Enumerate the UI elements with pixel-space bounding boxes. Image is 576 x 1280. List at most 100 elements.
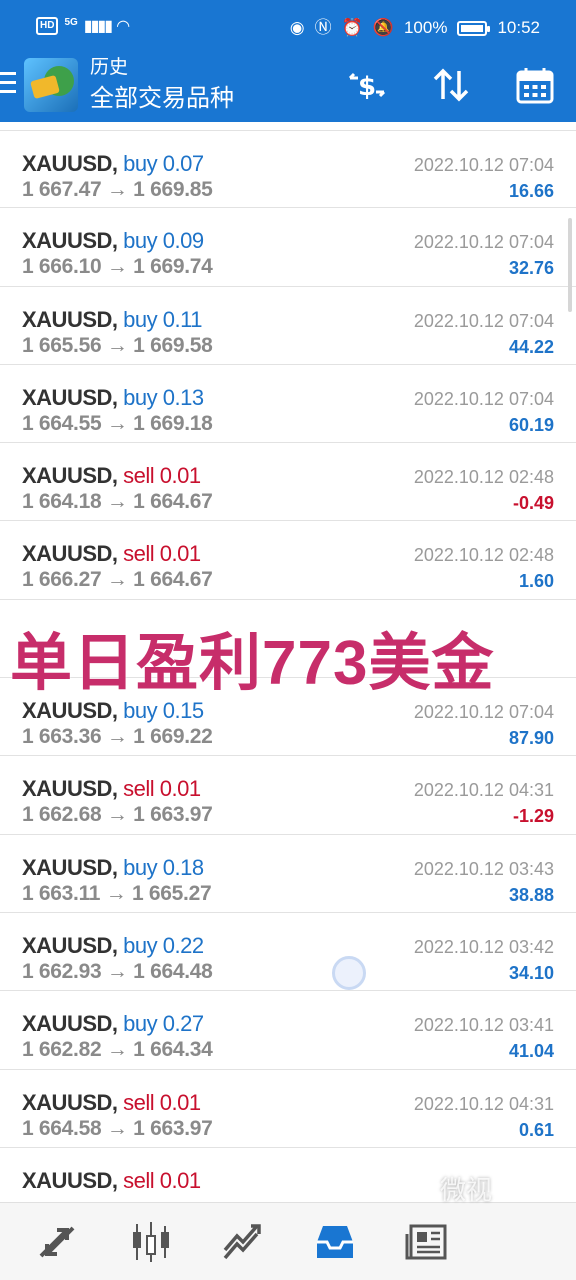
trade-volume: 0.01 [159, 1089, 201, 1115]
chart-icon[interactable] [128, 1219, 174, 1265]
trade-side: buy [123, 384, 158, 410]
open-price: 1 663.36 [22, 725, 102, 749]
trade-row[interactable]: XAUUSD, buy 0.22 1 662.93 → 1 664.48 202… [0, 913, 576, 992]
trade-volume: 0.22 [162, 932, 204, 958]
trade-symbol: XAUUSD, [22, 1011, 118, 1037]
trade-profit: 60.19 [508, 414, 554, 435]
close-price: 1 664.48 [133, 959, 213, 983]
trade-row[interactable]: XAUUSD, buy 0.11 1 665.56 → 1 669.58 202… [0, 287, 576, 365]
trade-symbol: XAUUSD, [22, 306, 118, 332]
trade-symbol: XAUUSD, [22, 776, 118, 802]
hd-indicator: HD [36, 17, 59, 35]
currency-exchange-icon[interactable]: $ [344, 62, 390, 108]
open-price: 1 666.10 [22, 255, 102, 279]
quotes-icon[interactable] [34, 1219, 80, 1265]
trade-volume: 0.01 [159, 541, 201, 567]
open-price: 1 662.93 [22, 959, 102, 983]
trade-profit: -0.49 [512, 493, 554, 514]
close-price: 1 663.97 [133, 803, 213, 827]
trade-date: 2022.10.12 07:04 [413, 388, 554, 409]
close-price: 1 664.67 [133, 490, 213, 514]
app-logo [24, 58, 78, 112]
trade-date: 2022.10.12 02:48 [413, 467, 554, 488]
trade-row[interactable]: XAUUSD, buy 0.13 1 664.55 → 1 669.18 202… [0, 365, 576, 444]
close-price: 1 669.74 [133, 255, 213, 279]
scrollbar[interactable] [568, 218, 572, 312]
watermark-logo: 微视 [440, 1175, 493, 1205]
open-price: 1 664.18 [22, 490, 102, 514]
close-price: 1 663.97 [133, 1116, 213, 1140]
trade-profit: 34.10 [508, 962, 554, 983]
open-price: 1 662.82 [22, 1038, 102, 1062]
trade-side: sell [123, 463, 155, 489]
close-price: 1 669.85 [133, 178, 213, 201]
clock: 10:52 [497, 18, 540, 37]
arrow-icon: → [106, 568, 128, 592]
network-type: 5G [64, 16, 78, 28]
trade-volume: 0.01 [159, 776, 201, 802]
calendar-icon[interactable] [512, 62, 558, 108]
arrow-icon: → [106, 490, 128, 514]
menu-icon[interactable] [0, 72, 16, 96]
eye-comfort-icon: ◉ [289, 18, 305, 37]
trade-symbol: XAUUSD, [22, 854, 118, 880]
alarm-icon: ⏰ [341, 18, 363, 37]
news-icon[interactable] [404, 1219, 450, 1265]
trade-profit: 41.04 [508, 1041, 554, 1062]
trade-row[interactable]: XAUUSD, sell 0.01 1 664.18 → 1 664.67 20… [0, 443, 576, 522]
trade-profit: 32.76 [508, 258, 554, 279]
trade-date: 2022.10.12 07:04 [413, 702, 554, 723]
trade-side: buy [123, 854, 158, 880]
trade-profit: 1.60 [518, 571, 554, 592]
trade-row[interactable]: XAUUSD, buy 0.09 1 666.10 → 1 669.74 202… [0, 208, 576, 287]
battery-icon [457, 20, 491, 36]
trade-row[interactable]: XAUUSD, buy 0.27 1 662.82 → 1 664.34 202… [0, 991, 576, 1070]
trade-side: buy [123, 932, 158, 958]
open-price: 1 662.68 [22, 803, 102, 827]
arrow-icon: → [106, 725, 128, 749]
trade-symbol: XAUUSD, [22, 541, 118, 567]
trade-row[interactable]: XAUUSD, sell 0.01 1 664.58 → 1 663.97 20… [0, 1070, 576, 1148]
trade-symbol: XAUUSD, [22, 228, 118, 254]
trade-volume: 0.18 [162, 854, 204, 880]
trade-date: 2022.10.12 04:31 [413, 780, 554, 801]
trade-side: sell [123, 1167, 155, 1193]
trade-volume: 0.11 [162, 306, 203, 332]
trade-side: buy [123, 151, 158, 176]
trade-row[interactable]: XAUUSD, buy 0.07 1 667.47 → 1 669.85 202… [0, 130, 576, 209]
open-price: 1 664.58 [22, 1116, 102, 1140]
promo-overlay-text: 单日盈利773美金 [10, 629, 495, 698]
trade-row[interactable]: XAUUSD, sell 0.01 1 666.27 → 1 664.67 20… [0, 521, 576, 600]
arrow-icon: → [106, 255, 128, 279]
close-price: 1 669.18 [133, 411, 213, 435]
trade-date: 2022.10.12 07:04 [413, 232, 554, 253]
svg-text:$: $ [358, 72, 376, 102]
arrow-icon: → [106, 411, 128, 435]
trade-symbol: XAUUSD, [22, 151, 118, 176]
close-price: 1 665.27 [131, 881, 212, 905]
trade-icon[interactable] [220, 1219, 266, 1265]
history-icon[interactable] [312, 1219, 358, 1265]
arrow-icon: → [106, 1116, 128, 1140]
trade-side: sell [123, 541, 155, 567]
trade-date: 2022.10.12 04:31 [413, 1093, 554, 1114]
close-price: 1 664.67 [133, 568, 213, 592]
trade-row[interactable]: XAUUSD, buy 0.18 1 663.11 → 1 665.27 202… [0, 835, 576, 913]
trade-side: sell [123, 1089, 155, 1115]
trade-profit: 87.90 [508, 728, 554, 749]
trade-symbol: XAUUSD, [22, 1089, 118, 1115]
trade-volume: 0.27 [162, 1011, 204, 1037]
sort-icon[interactable] [428, 62, 474, 108]
mute-icon: 🔕 [372, 18, 394, 37]
trade-date: 2022.10.12 02:48 [413, 545, 554, 566]
trade-side: buy [123, 1011, 158, 1037]
symbol-filter[interactable]: 全部交易品种 [90, 84, 234, 114]
open-price: 1 663.11 [22, 881, 101, 905]
arrow-icon: → [105, 881, 127, 905]
trade-volume: 0.07 [162, 151, 204, 176]
battery-percent: 100% [403, 18, 448, 37]
trade-symbol: XAUUSD, [22, 1167, 118, 1193]
trade-row[interactable]: XAUUSD, sell 0.01 1 662.68 → 1 663.97 20… [0, 756, 576, 835]
trade-volume: 0.01 [159, 463, 201, 489]
touch-indicator [332, 956, 366, 990]
